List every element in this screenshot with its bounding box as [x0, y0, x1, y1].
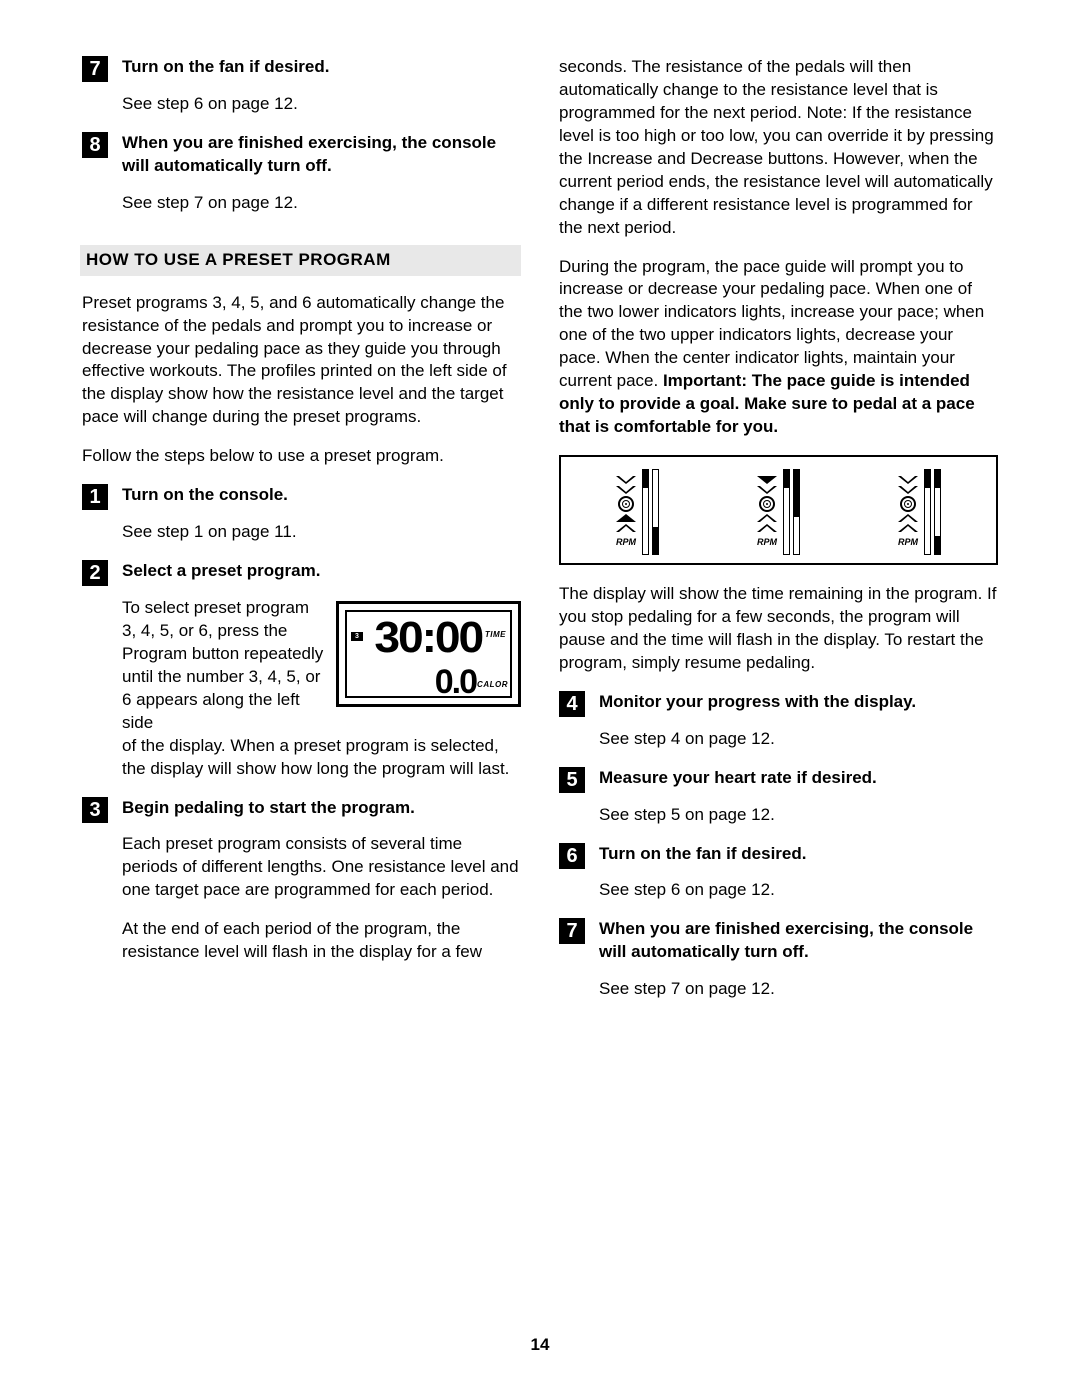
- step-7-title: When you are finished exercising, the co…: [599, 918, 998, 964]
- rpm-label: RPM: [616, 536, 636, 548]
- continuation-paragraph-1: seconds. The resistance of the pedals wi…: [559, 56, 998, 240]
- step-3-body-2: At the end of each period of the program…: [122, 918, 521, 964]
- center-indicator-icon: [759, 496, 775, 512]
- step-8-body: See step 7 on page 12.: [122, 192, 521, 215]
- step-number-8: 8: [82, 132, 108, 158]
- two-column-layout: 7 Turn on the fan if desired. See step 6…: [82, 56, 998, 1017]
- lcd-time-value: 30:00: [375, 608, 483, 667]
- step-7: 7 Turn on the fan if desired. See step 6…: [82, 56, 521, 116]
- up-arrow-icon: [757, 524, 777, 532]
- bar-indicator: [642, 469, 659, 555]
- step-3-title: Begin pedaling to start the program.: [122, 797, 521, 820]
- step-2: 2 Select a preset program. 3 30:00 TIME: [82, 560, 521, 780]
- pace-guide-illustration: RPM: [559, 455, 998, 565]
- step-number-2: 2: [82, 560, 108, 586]
- step-8-title: When you are finished exercising, the co…: [122, 132, 521, 178]
- manual-page: 7 Turn on the fan if desired. See step 6…: [0, 0, 1080, 1397]
- center-indicator-icon: [900, 496, 916, 512]
- step-7-title: Turn on the fan if desired.: [122, 56, 521, 79]
- up-arrow-icon: [757, 514, 777, 522]
- step-7-body: See step 7 on page 12.: [599, 978, 998, 1001]
- step-5-title: Measure your heart rate if desired.: [599, 767, 998, 790]
- step-number-6: 6: [559, 843, 585, 869]
- bar-indicator: [924, 469, 941, 555]
- step-number-5: 5: [559, 767, 585, 793]
- step-number-7: 7: [559, 918, 585, 944]
- step-number-1: 1: [82, 484, 108, 510]
- step-5-body: See step 5 on page 12.: [599, 804, 998, 827]
- down-arrow-icon: [757, 476, 777, 484]
- step-number-4: 4: [559, 691, 585, 717]
- rpm-label: RPM: [757, 536, 777, 548]
- step-1-body: See step 1 on page 11.: [122, 521, 521, 544]
- continuation-paragraph-3: The display will show the time remaining…: [559, 583, 998, 675]
- lcd-calor-value: 0.0: [435, 660, 476, 706]
- up-arrow-icon: [898, 514, 918, 522]
- rpm-label: RPM: [898, 536, 918, 548]
- page-number: 14: [0, 1334, 1080, 1357]
- step-2-title: Select a preset program.: [122, 560, 521, 583]
- step-4: 4 Monitor your progress with the display…: [559, 691, 998, 751]
- step-number-3: 3: [82, 797, 108, 823]
- lcd-calor-label: CALOR: [477, 680, 508, 691]
- step-6-title: Turn on the fan if desired.: [599, 843, 998, 866]
- step-1-title: Turn on the console.: [122, 484, 521, 507]
- center-indicator-icon: [618, 496, 634, 512]
- down-arrow-icon: [757, 486, 777, 494]
- step-1: 1 Turn on the console. See step 1 on pag…: [82, 484, 521, 544]
- lcd-program-number: 3: [351, 632, 363, 641]
- step-4-body: See step 4 on page 12.: [599, 728, 998, 751]
- left-column: 7 Turn on the fan if desired. See step 6…: [82, 56, 521, 1017]
- section-heading-preset: HOW TO USE A PRESET PROGRAM: [80, 245, 521, 276]
- down-arrow-icon: [616, 476, 636, 484]
- bar-indicator: [783, 469, 800, 555]
- down-arrow-icon: [616, 486, 636, 494]
- step-3: 3 Begin pedaling to start the program. E…: [82, 797, 521, 965]
- up-arrow-icon: [898, 524, 918, 532]
- step-7-body: See step 6 on page 12.: [122, 93, 521, 116]
- step-number-7: 7: [82, 56, 108, 82]
- step-6: 6 Turn on the fan if desired. See step 6…: [559, 843, 998, 903]
- intro-paragraph-1: Preset programs 3, 4, 5, and 6 automatic…: [82, 292, 521, 430]
- step-6-body: See step 6 on page 12.: [599, 879, 998, 902]
- pace-state-3: RPM: [898, 469, 941, 555]
- pace-state-1: RPM: [616, 469, 659, 555]
- right-column: seconds. The resistance of the pedals wi…: [559, 56, 998, 1017]
- step-5: 5 Measure your heart rate if desired. Se…: [559, 767, 998, 827]
- step-3-body-1: Each preset program consists of several …: [122, 833, 521, 902]
- step-4-title: Monitor your progress with the display.: [599, 691, 998, 714]
- continuation-paragraph-2: During the program, the pace guide will …: [559, 256, 998, 440]
- lcd-illustration: 3 30:00 TIME 0.0 CALOR: [336, 601, 521, 707]
- step-2-body-2: of the display. When a preset program is…: [122, 735, 521, 781]
- up-arrow-icon: [616, 524, 636, 532]
- down-arrow-icon: [898, 486, 918, 494]
- pace-state-2: RPM: [757, 469, 800, 555]
- step-7-right: 7 When you are finished exercising, the …: [559, 918, 998, 1001]
- lcd-time-label: TIME: [485, 630, 506, 641]
- intro-paragraph-2: Follow the steps below to use a preset p…: [82, 445, 521, 468]
- step-8: 8 When you are finished exercising, the …: [82, 132, 521, 215]
- down-arrow-icon: [898, 476, 918, 484]
- up-arrow-icon: [616, 514, 636, 522]
